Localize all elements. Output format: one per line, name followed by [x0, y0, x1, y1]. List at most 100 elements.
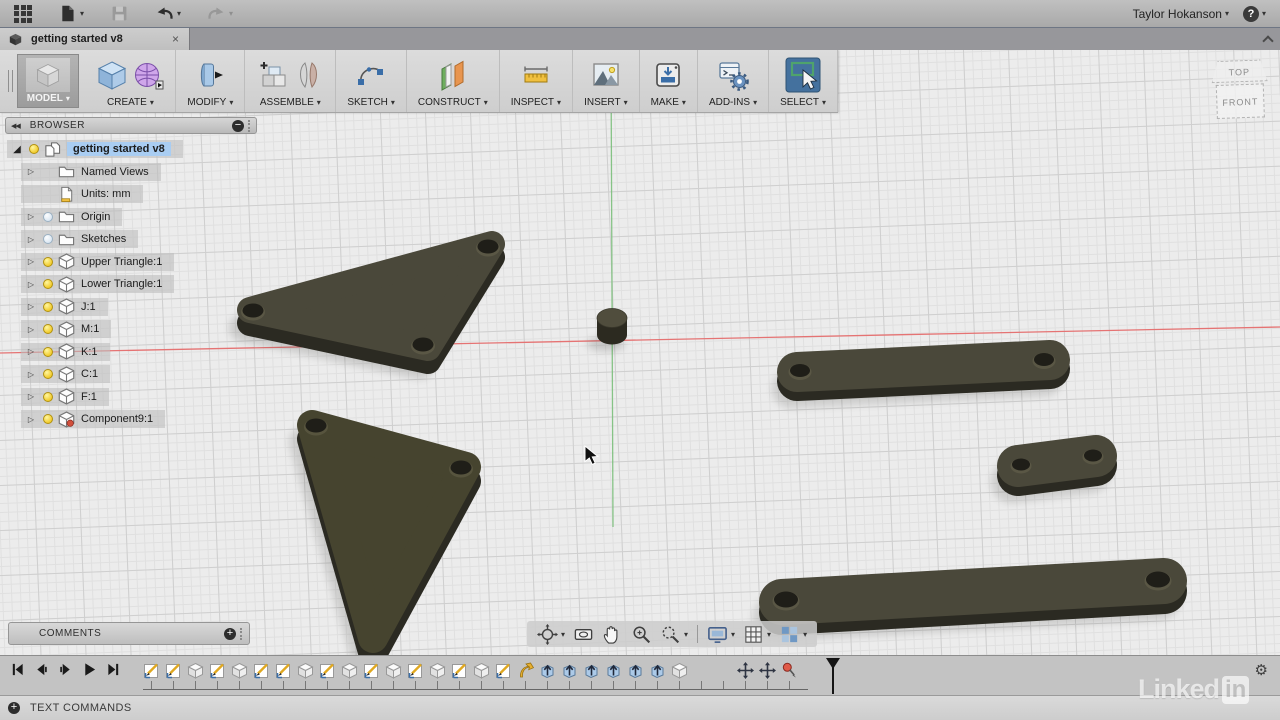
- construct-planes-icon[interactable]: [437, 59, 469, 91]
- timeline-feature-cube-25[interactable]: [671, 662, 688, 679]
- browser-item-c-1[interactable]: ▷ C:1: [21, 365, 110, 383]
- tree-expand-arrow-icon[interactable]: ▷: [24, 302, 38, 311]
- browser-minimize-icon[interactable]: [232, 120, 244, 132]
- browser-item-sketches[interactable]: ▷ Sketches: [21, 230, 138, 248]
- timeline-feature-extrude-21[interactable]: [583, 662, 600, 679]
- toolbar-group-sketch[interactable]: SKETCH: [336, 50, 407, 112]
- timeline-feature-sketch-6[interactable]: [253, 662, 270, 679]
- toolbar-group-construct[interactable]: CONSTRUCT: [407, 50, 500, 112]
- browser-grip-handle[interactable]: [248, 120, 251, 132]
- timeline-feature-sketch-13[interactable]: [407, 662, 424, 679]
- timeline-feature-sketch-11[interactable]: [363, 662, 380, 679]
- browser-item-units-mm[interactable]: Units: mm: [21, 185, 143, 203]
- timeline-feature-sketch-2[interactable]: [165, 662, 182, 679]
- tab-close-icon[interactable]: ×: [170, 32, 181, 46]
- timeline-feature-component-27[interactable]: [715, 662, 732, 679]
- playback-end-button[interactable]: [106, 662, 121, 677]
- timeline-feature-move-28[interactable]: [737, 662, 754, 679]
- visibility-bulb-icon[interactable]: [43, 212, 53, 222]
- timeline-feature-cube-5[interactable]: [231, 662, 248, 679]
- file-menu-button[interactable]: [58, 4, 84, 23]
- timeline-feature-extrude-20[interactable]: [561, 662, 578, 679]
- select-icon[interactable]: [785, 57, 821, 93]
- browser-item-getting-started-v8[interactable]: ◢ getting started v8: [7, 140, 183, 158]
- toolbar-group-inspect[interactable]: INSPECT: [500, 50, 573, 112]
- toolbar-drag-handle[interactable]: [8, 70, 13, 92]
- asm-joint-icon[interactable]: [292, 59, 324, 91]
- toolbar-group-create[interactable]: CREATE: [85, 50, 176, 112]
- visibility-bulb-icon[interactable]: [29, 144, 39, 154]
- browser-item-named-views[interactable]: ▷ Named Views: [21, 163, 161, 181]
- save-button[interactable]: [110, 4, 129, 23]
- tree-expand-arrow-icon[interactable]: ▷: [24, 392, 38, 401]
- timeline-feature-sketch-17[interactable]: [495, 662, 512, 679]
- comments-expand-icon[interactable]: [224, 628, 236, 640]
- timeline-playhead[interactable]: [826, 658, 840, 694]
- playback-fwd-button[interactable]: [58, 662, 73, 677]
- tree-expand-arrow-icon[interactable]: ▷: [24, 415, 38, 424]
- viewcube-top-face[interactable]: TOP: [1211, 59, 1268, 83]
- toolbar-group-assemble[interactable]: ASSEMBLE: [245, 50, 336, 112]
- nav-zoom-button[interactable]: [627, 624, 656, 645]
- browser-item-origin[interactable]: ▷ Origin: [21, 208, 122, 226]
- tree-expand-arrow-icon[interactable]: ▷: [24, 167, 38, 176]
- playback-back-button[interactable]: [34, 662, 49, 677]
- visibility-bulb-icon[interactable]: [43, 414, 53, 424]
- timeline-feature-sketch-4[interactable]: [209, 662, 226, 679]
- redo-button[interactable]: [207, 4, 233, 23]
- browser-item-lower-triangle-1[interactable]: ▷ Lower Triangle:1: [21, 275, 174, 293]
- timeline-feature-extrude-23[interactable]: [627, 662, 644, 679]
- text-commands-label[interactable]: TEXT COMMANDS: [30, 702, 132, 714]
- timeline-settings-gear-icon[interactable]: ⚙: [1255, 661, 1268, 679]
- timeline-feature-sketch-1[interactable]: [143, 662, 160, 679]
- collapse-toolbar-chevron-icon[interactable]: [1264, 35, 1272, 43]
- printer-icon[interactable]: [652, 59, 684, 91]
- timeline-feature-move-29[interactable]: [759, 662, 776, 679]
- visibility-bulb-icon[interactable]: [43, 324, 53, 334]
- timeline-feature-extrude-24[interactable]: [649, 662, 666, 679]
- nav-orbit-button[interactable]: [533, 624, 569, 645]
- browser-item-m-1[interactable]: ▷ M:1: [21, 320, 111, 338]
- tree-expand-arrow-icon[interactable]: ▷: [24, 347, 38, 356]
- toolbar-group-add-ins[interactable]: ADD-INS: [698, 50, 769, 112]
- timeline-feature-cube-3[interactable]: [187, 662, 204, 679]
- nav-pan-button[interactable]: [598, 624, 627, 645]
- playback-play-button[interactable]: [82, 662, 97, 677]
- playback-start-button[interactable]: [10, 662, 25, 677]
- tree-expand-arrow-icon[interactable]: ▷: [24, 370, 38, 379]
- visibility-bulb-icon[interactable]: [43, 392, 53, 402]
- toolbar-group-insert[interactable]: INSERT: [573, 50, 640, 112]
- workspace-model-button[interactable]: MODEL: [17, 54, 79, 108]
- nav-display-button[interactable]: [703, 624, 739, 645]
- nav-zoomwin-button[interactable]: [656, 624, 692, 645]
- timeline-feature-cube-10[interactable]: [341, 662, 358, 679]
- visibility-bulb-icon[interactable]: [43, 279, 53, 289]
- tree-expand-arrow-icon[interactable]: ▷: [24, 325, 38, 334]
- comments-grip-handle[interactable]: [240, 628, 243, 640]
- tree-expand-arrow-icon[interactable]: ▷: [24, 235, 38, 244]
- timeline-feature-cube-12[interactable]: [385, 662, 402, 679]
- timeline-feature-sketch-15[interactable]: [451, 662, 468, 679]
- visibility-bulb-icon[interactable]: [43, 234, 53, 244]
- nav-lookat-button[interactable]: [569, 624, 598, 645]
- timeline-feature-cylinder-26[interactable]: [693, 662, 710, 679]
- timeline-feature-sketch-7[interactable]: [275, 662, 292, 679]
- addins-icon[interactable]: [717, 59, 749, 91]
- tree-expand-arrow-icon[interactable]: ▷: [24, 212, 38, 221]
- timeline-feature-cube-16[interactable]: [473, 662, 490, 679]
- visibility-bulb-icon[interactable]: [43, 302, 53, 312]
- browser-collapse-icon[interactable]: ◀◀: [11, 122, 20, 130]
- app-grid-icon[interactable]: [14, 5, 32, 23]
- ruler-icon[interactable]: [520, 59, 552, 91]
- mesh-purple-icon[interactable]: [132, 59, 164, 91]
- presspull-icon[interactable]: [194, 59, 226, 91]
- browser-item-component9-1[interactable]: ▷ Component9:1: [21, 410, 165, 428]
- browser-header[interactable]: ◀◀ BROWSER: [5, 117, 257, 134]
- text-commands-expand-icon[interactable]: [8, 702, 20, 714]
- help-menu[interactable]: ?: [1243, 6, 1266, 22]
- user-menu[interactable]: Taylor Hokanson: [1133, 7, 1229, 21]
- timeline-feature-cube-8[interactable]: [297, 662, 314, 679]
- image-icon[interactable]: [590, 59, 622, 91]
- browser-item-j-1[interactable]: ▷ J:1: [21, 298, 108, 316]
- timeline-feature-sketch-9[interactable]: [319, 662, 336, 679]
